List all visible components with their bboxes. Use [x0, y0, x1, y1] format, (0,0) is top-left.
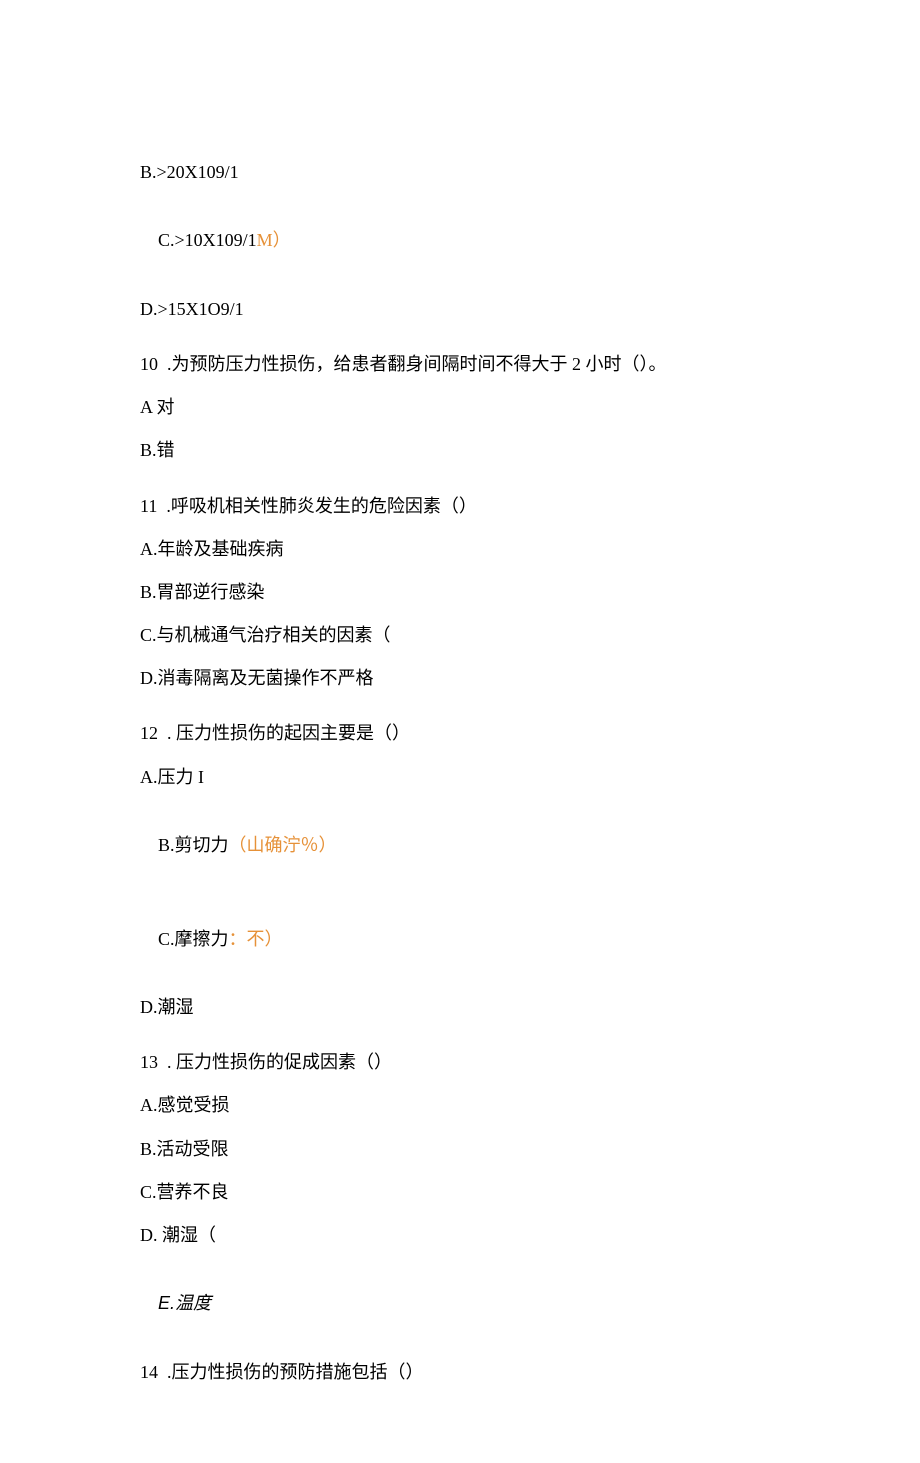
q13-option-e-prefix: E.: [158, 1293, 175, 1313]
q12-option-b: B.剪切力（山确泞％）: [140, 808, 780, 884]
q14-stem: 14 .压力性损伤的预防措施包括（）: [140, 1360, 780, 1385]
q13-option-b: B.活动受限: [140, 1137, 780, 1162]
q11-option-c: C.与机械通气治疗相关的因素（: [140, 623, 780, 648]
q9-option-c-annot: M）: [257, 230, 291, 250]
q13-option-c: C.营养不良: [140, 1180, 780, 1205]
q12-option-c-text: C.摩擦力: [158, 929, 229, 949]
q12-option-b-annot: （山确泞％）: [229, 835, 337, 855]
q10-option-a: A 对: [140, 395, 780, 420]
q12-option-c: C.摩擦力：不）: [140, 901, 780, 977]
q10-option-b: B.错: [140, 438, 780, 463]
q9-option-c: C.>10X109/1M）: [140, 203, 780, 279]
q10-stem: 10 .为预防压力性损伤，给患者翻身间隔时间不得大于 2 小时（）。: [140, 352, 780, 377]
q9-option-b: B.>20X109/1: [140, 160, 780, 185]
q12-option-b-text: B.剪切力: [158, 835, 229, 855]
q11-option-b: B.胃部逆行感染: [140, 580, 780, 605]
spacer: [140, 482, 780, 494]
q9-option-c-text: C.>10X109/1: [158, 230, 257, 250]
q11-option-d: D.消毒隔离及无菌操作不严格: [140, 666, 780, 691]
spacer: [140, 709, 780, 721]
q12-stem: 12 . 压力性损伤的起因主要是（）: [140, 721, 780, 746]
q13-option-a: A.感觉受损: [140, 1093, 780, 1118]
q11-option-a: A.年龄及基础疾病: [140, 537, 780, 562]
q13-option-e: E.温度: [140, 1266, 780, 1342]
q12-option-c-annot: ：不）: [229, 929, 283, 949]
q13-option-d: D. 潮湿（: [140, 1223, 780, 1248]
document-page: B.>20X109/1 C.>10X109/1M） D.>15X1O9/1 10…: [0, 0, 920, 1463]
spacer: [140, 1038, 780, 1050]
q13-stem: 13 . 压力性损伤的促成因素（）: [140, 1050, 780, 1075]
spacer: [140, 340, 780, 352]
q13-option-e-text: 温度: [175, 1293, 211, 1313]
q12-option-a: A.压力 I: [140, 765, 780, 790]
q9-option-d: D.>15X1O9/1: [140, 297, 780, 322]
q12-option-d: D.潮湿: [140, 995, 780, 1020]
q11-stem: 11 .呼吸机相关性肺炎发生的危险因素（）: [140, 494, 780, 519]
